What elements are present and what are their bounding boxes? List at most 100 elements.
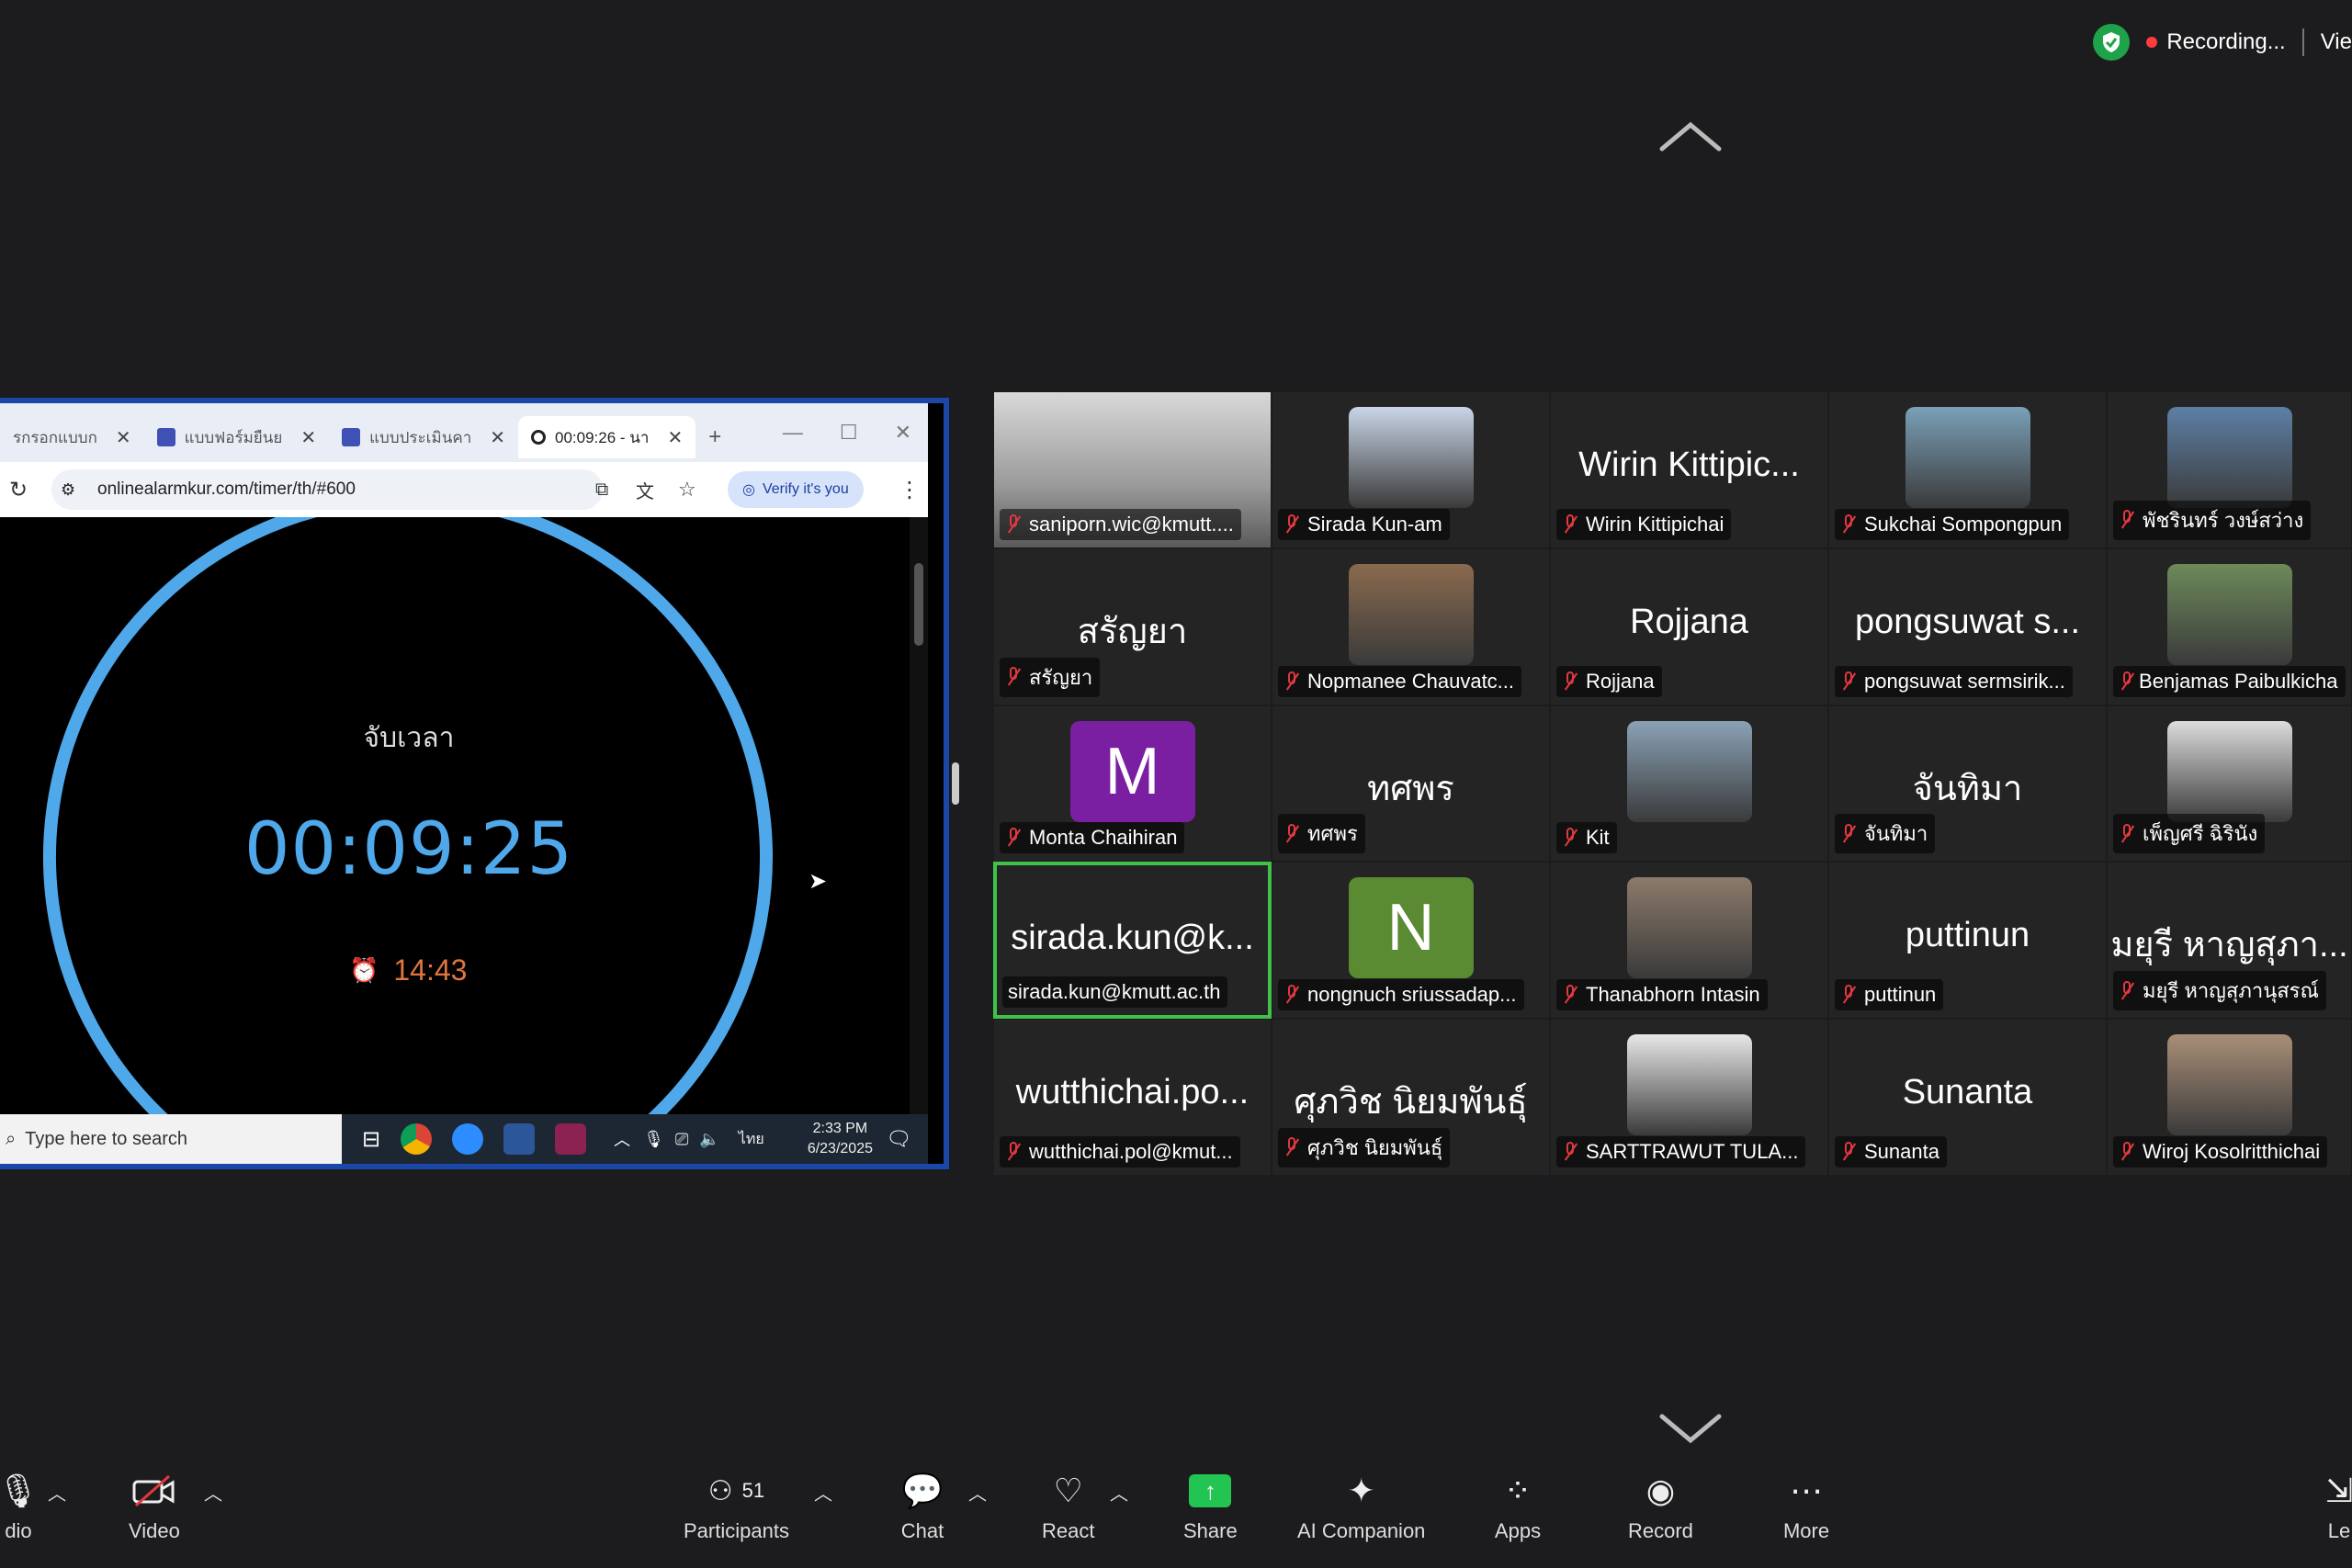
split-resize-handle[interactable] (952, 762, 959, 805)
browser-tab-active[interactable]: 00:09:26 - นา ✕ (518, 416, 696, 458)
browser-tab[interactable]: แบบฟอร์มยืนย ✕ (144, 416, 329, 458)
audio-options-caret-icon[interactable]: ︿ (48, 1479, 66, 1506)
apps-label: Apps (1494, 1519, 1542, 1542)
participant-tile[interactable]: Rojjana Rojjana (1550, 547, 1828, 705)
participant-name: ศุภวิช นิยมพันธุ์ (1307, 1135, 1443, 1159)
scrollbar-thumb[interactable] (914, 563, 923, 646)
page-scrollbar[interactable] (910, 517, 928, 1114)
close-tab-icon[interactable]: ✕ (490, 426, 505, 449)
close-tab-icon[interactable]: ✕ (300, 426, 316, 449)
participants-options-caret-icon[interactable]: ︿ (814, 1479, 832, 1506)
close-window-icon[interactable]: ✕ (895, 421, 911, 445)
react-options-caret-icon[interactable]: ︿ (1110, 1479, 1128, 1506)
mic-tray-icon[interactable]: 🎙 (643, 1130, 664, 1149)
participant-nameplate: มยุรี หาญสุภานุสรณ์ (2113, 971, 2326, 1011)
recording-indicator[interactable]: Recording... (2146, 29, 2286, 55)
participant-tile[interactable]: Benjamas Paibulkicha (2107, 547, 2352, 705)
video-button[interactable]: Video (129, 1472, 180, 1543)
mic-muted-icon (1005, 513, 1022, 535)
notifications-icon[interactable]: 🗨 (886, 1127, 911, 1151)
participant-tile[interactable]: Sirada Kun-am (1272, 391, 1550, 548)
react-button[interactable]: ♡ React (1042, 1472, 1094, 1543)
scroll-down-chevron-icon[interactable] (1658, 1413, 1723, 1450)
browser-menu-icon[interactable]: ⋮ (899, 477, 921, 503)
participant-tile[interactable]: pongsuwat s... pongsuwat sermsirik... (1828, 547, 2107, 705)
participant-tile[interactable]: ศุภวิช นิยมพันธุ์ ศุภวิช นิยมพันธุ์ (1272, 1019, 1550, 1176)
apps-button[interactable]: ⁘ Apps (1494, 1472, 1542, 1543)
translate-icon[interactable]: 文 (636, 477, 654, 503)
more-button[interactable]: ⋯ More (1782, 1472, 1830, 1543)
taskbar-search[interactable]: ⌕ Type here to search (0, 1114, 342, 1164)
participant-tile[interactable]: เพ็ญศรี ฉิรินัง (2107, 705, 2352, 863)
participant-tile[interactable]: Wiroj Kosolritthichai (2107, 1019, 2352, 1176)
minimize-icon[interactable]: — (783, 421, 803, 445)
recording-label: Recording... (2166, 29, 2286, 54)
ai-companion-button[interactable]: ✦ AI Companion (1297, 1472, 1425, 1543)
leave-button[interactable]: ⇲ Le (2326, 1472, 2352, 1543)
participant-nameplate: Wirin Kittipichai (1556, 508, 1732, 540)
mic-muted-icon (2119, 1141, 2135, 1162)
share-button[interactable]: ↑ Share (1183, 1472, 1238, 1543)
participant-tile[interactable]: มยุรี หาญสุภา... มยุรี หาญสุภานุสรณ์ (2107, 862, 2352, 1020)
participant-display-name: จันทิมา (1912, 769, 2023, 808)
video-options-caret-icon[interactable]: ︿ (204, 1479, 222, 1506)
record-button[interactable]: ◉ Record (1628, 1472, 1693, 1543)
participant-tile[interactable]: sirada.kun@k... sirada.kun@kmutt.ac.th (993, 862, 1272, 1020)
participant-tile[interactable]: Wirin Kittipic... Wirin Kittipichai (1550, 391, 1828, 548)
tray-arrow-icon[interactable]: ︿ (614, 1127, 630, 1151)
participant-tile[interactable]: Sukchai Sompongpun (1828, 391, 2107, 548)
task-view-icon[interactable]: ⊟ (362, 1126, 380, 1153)
participant-tile[interactable]: Nopmanee Chauvatc... (1272, 547, 1550, 705)
participant-name: มยุรี หาญสุภานุสรณ์ (2143, 979, 2319, 1003)
close-tab-icon[interactable]: ✕ (667, 426, 683, 449)
bookmark-star-icon[interactable]: ☆ (678, 478, 696, 502)
browser-tab[interactable]: รกรอกแบบก ✕ (0, 416, 144, 458)
maximize-icon[interactable]: ☐ (840, 421, 858, 445)
new-tab-button[interactable]: + (695, 416, 734, 458)
reload-icon[interactable]: ↻ (9, 477, 28, 503)
verify-label: Verify it's you (762, 481, 849, 497)
chat-options-caret-icon[interactable]: ︿ (968, 1479, 987, 1506)
participant-display-name: Rojjana (1630, 602, 1748, 641)
ai-sparkle-icon: ✦ (1347, 1472, 1375, 1509)
participant-name: เพ็ญศรี ฉิรินัง (2143, 822, 2258, 846)
word-icon[interactable] (503, 1123, 536, 1155)
browser-tab[interactable]: แบบประเมินคา ✕ (329, 416, 518, 458)
participant-tile[interactable]: Nnongnuch sriussadap... (1272, 862, 1550, 1020)
taskbar-clock[interactable]: 2:33 PM 6/23/2025 (808, 1119, 873, 1159)
site-settings-icon[interactable]: ⚙ (61, 480, 75, 500)
winrar-icon[interactable] (555, 1123, 587, 1155)
participant-tile[interactable]: M Monta Chaihiran (993, 705, 1272, 863)
windows-taskbar: ⌕ Type here to search ⊟ ︿ 🎙 ⎚ 🔈 ไทย 2:33… (0, 1114, 928, 1164)
forms-icon (156, 428, 175, 446)
audio-button[interactable]: 🎙 dio (0, 1472, 42, 1543)
participant-tile[interactable]: จันทิมา จันทิมา (1828, 705, 2107, 863)
volume-icon[interactable]: 🔈 (699, 1130, 719, 1149)
zoom-app-icon[interactable] (452, 1123, 484, 1155)
install-icon[interactable]: ⧉ (595, 479, 608, 501)
security-shield-icon[interactable] (2093, 24, 2131, 61)
participants-button[interactable]: ⚇ 51 Participants (684, 1472, 789, 1543)
participant-tile[interactable]: wutthichai.po... wutthichai.pol@kmut... (993, 1019, 1272, 1176)
participant-tile[interactable]: Kit (1550, 705, 1828, 863)
participant-tile[interactable]: saniporn.wic@kmutt.... (993, 391, 1272, 548)
participant-tile[interactable]: Sunanta Sunanta (1828, 1019, 2107, 1176)
chat-button[interactable]: 💬 Chat (899, 1472, 946, 1543)
verify-button[interactable]: ◎ Verify it's you (728, 471, 864, 508)
view-button[interactable]: Vie (2321, 29, 2352, 55)
participant-name: Sukchai Sompongpun (1864, 512, 2063, 536)
participant-tile[interactable]: puttinun puttinun (1828, 862, 2107, 1020)
chrome-icon[interactable] (401, 1123, 433, 1155)
participant-tile[interactable]: พัชรินทร์ วงษ์สว่าง (2107, 391, 2352, 548)
close-tab-icon[interactable]: ✕ (116, 426, 131, 449)
participant-tile[interactable]: Thanabhorn Intasin (1550, 862, 1828, 1020)
record-icon: ◉ (1645, 1472, 1676, 1509)
participant-tile[interactable]: สรัญยา สรัญยา (993, 547, 1272, 705)
network-icon[interactable]: ⎚ (675, 1130, 688, 1149)
input-language[interactable]: ไทย (739, 1128, 764, 1151)
scroll-up-chevron-icon[interactable] (1658, 119, 1723, 157)
url-field[interactable]: ⚙ onlinealarmkur.com/timer/th/#600 (51, 469, 603, 510)
participant-tile[interactable]: ทศพร ทศพร (1272, 705, 1550, 863)
alarm-time: ⏰ 14:43 (349, 953, 467, 987)
participant-tile[interactable]: SARTTRAWUT TULA... (1550, 1019, 1828, 1176)
